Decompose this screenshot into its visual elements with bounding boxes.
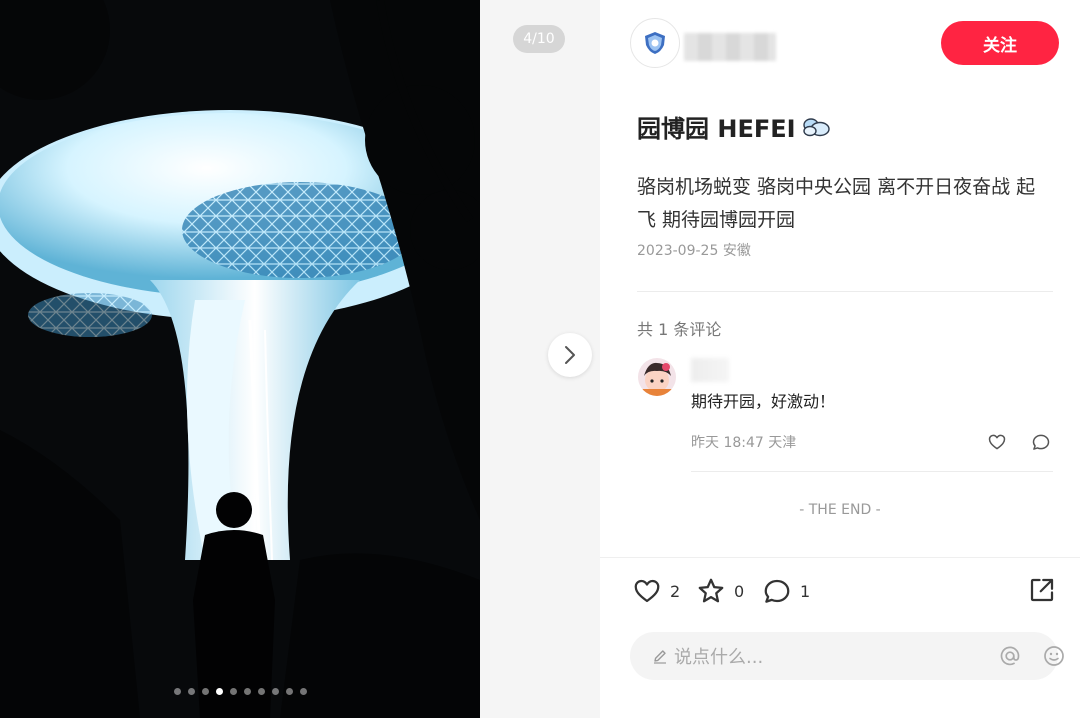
pencil-icon (654, 650, 666, 664)
heart-icon (634, 579, 660, 603)
smiley-icon (1044, 646, 1064, 666)
commenter-avatar[interactable] (638, 358, 676, 396)
at-sign-icon (1000, 646, 1020, 666)
comment-reply-button[interactable] (1031, 432, 1051, 456)
image-viewer: 4/10 (0, 0, 600, 718)
like-button[interactable]: 2 (632, 576, 680, 606)
follow-button[interactable]: 关注 (941, 21, 1059, 65)
engagement-bar: 2 0 1 说点什么... (600, 557, 1080, 718)
like-count: 2 (670, 581, 681, 601)
cloud-emoji-icon (802, 117, 830, 136)
pagination-dot[interactable] (229, 688, 237, 695)
favorite-count: 0 (734, 581, 745, 601)
note-body: 骆岗机场蜕变 骆岗中央公园 离不开日夜奋战 起飞 期待园博园开园 (637, 176, 1036, 231)
pagination-dot[interactable] (257, 688, 265, 695)
pagination-dot[interactable] (201, 688, 209, 695)
divider (637, 291, 1053, 292)
heart-icon (988, 434, 1006, 450)
pagination-dot[interactable] (285, 688, 293, 695)
image-counter: 4/10 (513, 25, 565, 53)
pagination-dot[interactable] (187, 688, 195, 695)
pagination-dot[interactable] (271, 688, 279, 695)
comment-input-placeholder: 说点什么... (674, 647, 764, 668)
favorite-button[interactable]: 0 (696, 576, 744, 606)
author-name-redacted[interactable] (684, 33, 776, 61)
photo-canvas (0, 0, 480, 718)
mention-button[interactable] (998, 644, 1022, 672)
note-title-text: 园博园 HEFEI (637, 115, 796, 143)
comment-like-button[interactable] (987, 432, 1007, 456)
comment-button[interactable]: 1 (762, 576, 810, 606)
shield-logo-icon (645, 32, 665, 54)
comment-count-action: 1 (800, 581, 811, 601)
emoji-button[interactable] (1042, 644, 1066, 672)
pagination-dot[interactable] (173, 688, 181, 695)
comment-meta: 昨天 18:47 天津 (691, 432, 796, 452)
commenter-name-redacted[interactable] (691, 358, 729, 382)
note-title: 园博园 HEFEI (637, 109, 830, 144)
chat-bubble-icon (764, 579, 790, 603)
star-icon (698, 578, 724, 603)
comment-time: 昨天 18:47 (691, 435, 764, 451)
chevron-right-icon (565, 346, 575, 364)
pagination-dot[interactable] (243, 688, 251, 695)
comment-count: 共 1 条评论 (637, 320, 722, 339)
comment-text: 期待开园，好激动！ (691, 392, 836, 411)
note-panel: 关注 园博园 HEFEI 骆岗机场蜕变 骆岗中央公园 离不开日夜奋战 起飞 期待… (600, 0, 1080, 718)
note-photo[interactable] (0, 0, 480, 718)
end-marker: - THE END - (799, 502, 881, 518)
note-location: 安徽 (722, 243, 751, 259)
note-meta: 2023-09-25 安徽 (637, 240, 751, 260)
comment-location: 天津 (768, 435, 797, 451)
image-pagination-dots (0, 688, 480, 695)
pagination-dot[interactable] (215, 688, 223, 695)
pagination-dot[interactable] (299, 688, 307, 695)
next-image-button[interactable] (548, 333, 592, 377)
author-avatar[interactable] (630, 18, 680, 68)
share-icon (1030, 578, 1054, 602)
comment-input[interactable]: 说点什么... (630, 632, 1064, 680)
chat-bubble-icon (1032, 434, 1050, 450)
share-button[interactable] (1027, 575, 1057, 609)
cartoon-avatar-icon (638, 358, 676, 396)
divider (691, 471, 1053, 472)
note-date: 2023-09-25 (637, 243, 719, 259)
